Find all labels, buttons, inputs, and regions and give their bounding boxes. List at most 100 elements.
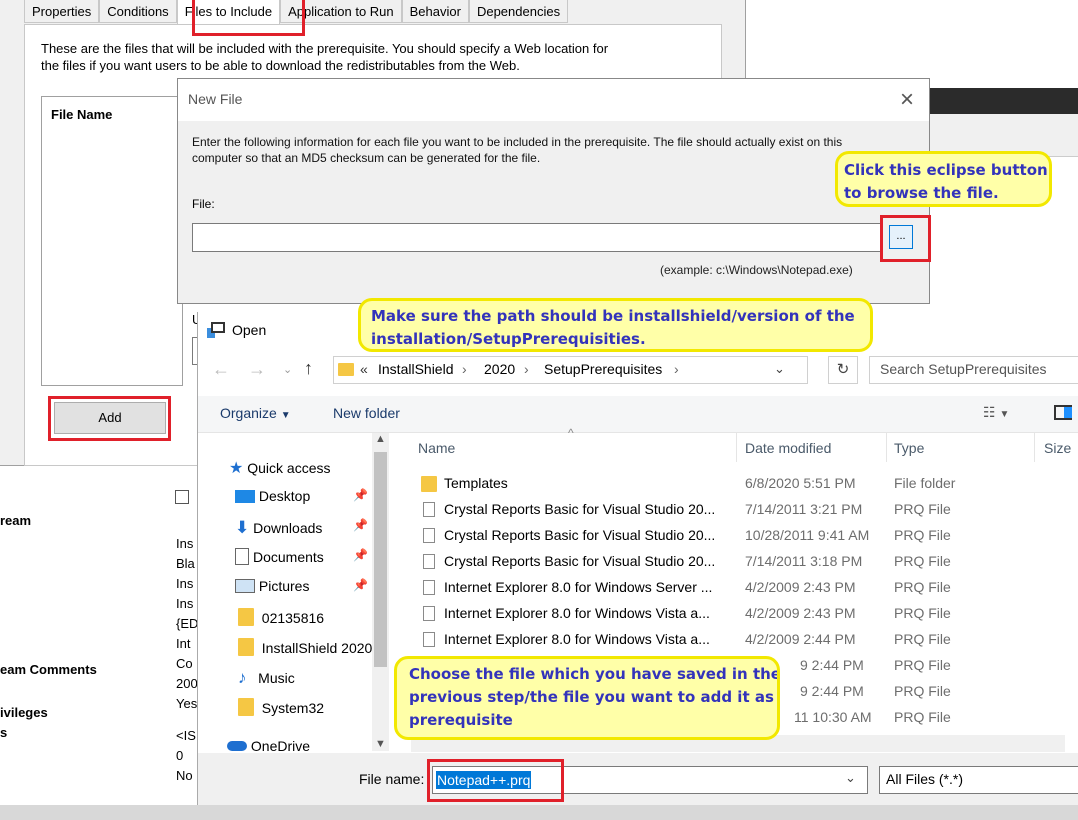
file-row[interactable]: Crystal Reports Basic for Visual Studio … [418, 551, 1078, 577]
file-icon [423, 554, 435, 569]
refresh-icon[interactable]: ↻ [828, 356, 858, 384]
column-type[interactable]: Type [894, 440, 924, 456]
file-icon [423, 502, 435, 517]
file-row[interactable]: Internet Explorer 8.0 for Windows Vista … [418, 603, 1078, 629]
nav-system32[interactable]: System32 [238, 698, 324, 716]
file-icon [423, 632, 435, 647]
bg-value: Ins [176, 576, 194, 591]
file-name-column-header[interactable]: File Name [51, 107, 112, 122]
column-divider[interactable] [886, 432, 887, 462]
file-type: PRQ File [894, 605, 951, 621]
file-icon [423, 528, 435, 543]
breadcrumb-installshield[interactable]: InstallShield [378, 361, 454, 377]
close-icon[interactable]: × [890, 83, 924, 117]
file-date: 7/14/2011 3:21 PM [745, 501, 863, 517]
file-row[interactable]: Crystal Reports Basic for Visual Studio … [418, 499, 1078, 525]
file-name: Templates [444, 475, 508, 491]
bg-value: Ins [176, 536, 194, 551]
file-icon [423, 606, 435, 621]
breadcrumb-setupprerequisites[interactable]: SetupPrerequisites [544, 361, 662, 377]
address-dropdown-icon[interactable]: ⌄ [774, 361, 785, 377]
callout-eclipse-button: Click this eclipse button to browse the … [835, 151, 1052, 207]
open-dialog-icon [207, 322, 225, 338]
nav-quick-access[interactable]: ★ Quick access [229, 458, 330, 478]
callout-line: prerequisite [409, 711, 513, 729]
file-type: PRQ File [894, 579, 951, 595]
breadcrumb-overflow[interactable]: « [360, 361, 368, 377]
recent-chevron-icon[interactable]: ⌄ [283, 363, 292, 376]
file-date: 10/28/2011 9:41 AM [745, 527, 870, 543]
preview-pane-icon[interactable] [1054, 405, 1072, 420]
folder-icon [421, 476, 437, 492]
navigation-scroll-thumb[interactable] [374, 452, 387, 667]
file-row[interactable]: Internet Explorer 8.0 for Windows Server… [418, 577, 1078, 603]
tab-behavior[interactable]: Behavior [401, 0, 469, 23]
bg-value: Yes [176, 696, 198, 711]
pin-icon[interactable]: 📌 [353, 548, 368, 562]
file-date: 4/2/2009 2:43 PM [745, 605, 856, 621]
file-name: Internet Explorer 8.0 for Windows Vista … [444, 631, 710, 647]
callout-line: previous step/the file you want to add i… [409, 688, 774, 706]
pin-icon[interactable]: 📌 [353, 518, 368, 532]
pin-icon[interactable]: 📌 [353, 578, 368, 592]
star-icon: ★ [229, 460, 244, 477]
file-path-input[interactable] [192, 223, 882, 252]
column-date-modified[interactable]: Date modified [745, 440, 831, 456]
file-name-dropdown-icon[interactable]: ⌄ [845, 770, 856, 786]
column-name[interactable]: Name [418, 440, 455, 456]
background-checkbox[interactable] [175, 490, 189, 504]
nav-desktop[interactable]: Desktop [235, 488, 310, 504]
breadcrumb-2020[interactable]: 2020 [484, 361, 515, 377]
scroll-up-icon[interactable]: ▲ [375, 433, 386, 445]
tab-dependencies[interactable]: Dependencies [468, 0, 569, 23]
bg-prop-2: eam Comments [0, 662, 97, 677]
address-bar[interactable]: « InstallShield › 2020 › SetupPrerequisi… [333, 356, 808, 384]
file-row[interactable]: Internet Explorer 8.0 for Windows Vista … [418, 629, 1078, 655]
tab-conditions[interactable]: Conditions [99, 0, 177, 23]
nav-documents[interactable]: Documents [235, 548, 324, 565]
organize-menu[interactable]: Organize ▼ [220, 405, 291, 421]
chevron-right-icon: › [462, 361, 467, 377]
file-type-select[interactable]: All Files (*.*) [879, 766, 1078, 794]
up-arrow-icon[interactable]: ↑ [304, 358, 313, 379]
sort-ascending-icon: ^ [568, 426, 574, 440]
instructions-line-2: computer so that an MD5 checksum can be … [192, 151, 541, 165]
dropdown-arrow-icon: ▼ [280, 410, 291, 421]
pin-icon[interactable]: 📌 [353, 488, 368, 502]
search-input[interactable]: Search SetupPrerequisites [869, 356, 1078, 384]
description-line-2: the files if you want users to be able t… [41, 58, 520, 73]
highlight-browse-button [880, 215, 931, 262]
highlight-file-name [427, 759, 564, 802]
nav-installshield[interactable]: InstallShield 2020 [238, 638, 372, 656]
column-size[interactable]: Size [1044, 440, 1071, 456]
file-row[interactable]: Crystal Reports Basic for Visual Studio … [418, 525, 1078, 551]
file-row[interactable]: Templates 6/8/2020 5:51 PM File folder [418, 473, 1078, 499]
new-folder-button[interactable]: New folder [333, 405, 400, 421]
file-name-label: File name: [359, 771, 425, 787]
column-divider[interactable] [736, 432, 737, 462]
nav-music[interactable]: ♪ Music [238, 668, 295, 688]
command-bar: Organize ▼ New folder ☷ ▼ [198, 396, 1078, 433]
file-name: Internet Explorer 8.0 for Windows Server… [444, 579, 713, 595]
nav-02135816[interactable]: 02135816 [238, 608, 324, 626]
description-line-1: These are the files that will be include… [41, 41, 609, 56]
chevron-right-icon: › [524, 361, 529, 377]
back-arrow-icon[interactable]: ← [212, 359, 230, 380]
open-dialog-title: Open [232, 322, 267, 338]
tab-properties[interactable]: Properties [24, 0, 100, 23]
column-divider[interactable] [1034, 432, 1035, 462]
nav-downloads[interactable]: ⬇ Downloads [235, 518, 322, 538]
forward-arrow-icon[interactable]: → [248, 359, 266, 380]
bg-value: 200 [176, 676, 198, 691]
folder-icon [338, 363, 354, 376]
nav-onedrive[interactable]: OneDrive [227, 738, 310, 754]
folder-icon [238, 608, 254, 626]
file-list[interactable]: File Name [41, 96, 183, 386]
divider [745, 0, 746, 78]
file-type: PRQ File [894, 553, 951, 569]
scroll-down-icon[interactable]: ▼ [375, 738, 386, 750]
bg-prop-3: ivileges [0, 705, 48, 720]
view-options-icon[interactable]: ☷ ▼ [983, 404, 1009, 421]
nav-pictures[interactable]: Pictures [235, 578, 309, 594]
bg-prop-4: s [0, 725, 8, 740]
